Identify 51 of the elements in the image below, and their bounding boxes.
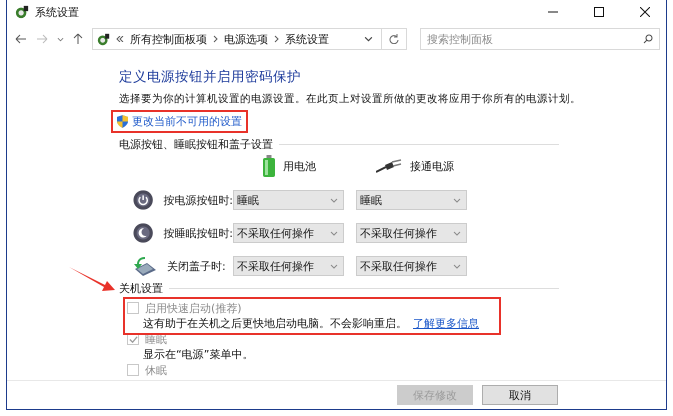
cancel-button[interactable]: 取消 <box>482 385 558 405</box>
search-field[interactable]: 搜索控制面板 <box>420 28 660 50</box>
change-settings-link[interactable]: 更改当前不可用的设置 <box>132 114 242 129</box>
address-bar[interactable]: 所有控制面板项 电源选项 系统设置 <box>92 28 382 50</box>
refresh-icon <box>389 34 399 44</box>
caret-icon[interactable] <box>57 36 64 42</box>
description-text: 选择要为你的计算机设置的电源设置。在此页上对设置所做的更改将应用于你所有的电源计划。 <box>119 92 582 106</box>
dropdown-caret-icon <box>330 264 338 268</box>
action-dropdown[interactable]: 不采取任何操作 <box>233 256 344 276</box>
dropdown-caret-icon <box>330 198 338 202</box>
shield-icon <box>117 115 128 128</box>
page-heading: 定义电源按钮并启用密码保护 <box>119 68 302 86</box>
laptop-icon <box>133 255 157 277</box>
dropdown-caret-icon <box>453 198 461 202</box>
back-arrow-icon[interactable] <box>15 34 27 44</box>
dropdown-caret-icon <box>330 230 338 236</box>
action-dropdown[interactable]: 不采取任何操作 <box>356 223 467 243</box>
setting-label: 按电源按钮时: <box>163 192 233 208</box>
chevron-right-icon[interactable] <box>213 35 218 43</box>
action-dropdown[interactable]: 睡眠 <box>233 190 344 210</box>
action-dropdown[interactable]: 不采取任何操作 <box>356 256 467 276</box>
action-dropdown[interactable]: 不采取任何操作 <box>233 223 344 243</box>
option-label: 休眠 <box>145 362 167 378</box>
up-arrow-icon[interactable] <box>73 33 83 45</box>
section-title: 电源按钮、睡眠按钮和盖子设置 <box>119 137 273 152</box>
chevron-right-icon[interactable] <box>274 35 279 43</box>
breadcrumb-item[interactable]: 所有控制面板项 <box>130 32 207 46</box>
close-icon[interactable] <box>640 7 650 17</box>
column-label: 接通电源 <box>410 158 454 174</box>
refresh-button[interactable] <box>381 28 407 50</box>
setting-label: 按睡眠按钮时: <box>163 226 233 240</box>
chevrons-icon[interactable] <box>116 36 124 42</box>
battery-icon <box>263 155 275 177</box>
annotation-arrow <box>69 266 115 292</box>
plug-icon <box>376 159 402 173</box>
maximize-icon[interactable] <box>594 7 604 17</box>
dropdown-caret-icon <box>453 264 461 268</box>
breadcrumb-item[interactable]: 系统设置 <box>285 32 329 46</box>
action-dropdown[interactable]: 睡眠 <box>356 190 467 210</box>
dropdown-caret-icon <box>453 230 461 236</box>
section-title: 关机设置 <box>119 281 163 296</box>
column-label: 用电池 <box>283 158 316 174</box>
option-description: 这有助于在关机之后更快地启动电脑。不会影响重启。 <box>143 316 407 330</box>
option-description: 显示在“电源”菜单中。 <box>143 346 254 362</box>
option-label: 启用快速启动(推荐) <box>145 300 242 316</box>
breadcrumb-item[interactable]: 电源选项 <box>224 32 268 46</box>
dropdown-caret-icon[interactable] <box>364 36 373 42</box>
power-icon <box>133 189 154 211</box>
window-title: 系统设置 <box>35 4 79 20</box>
moon-icon <box>133 222 154 244</box>
setting-label: 关闭盖子时: <box>167 258 226 274</box>
